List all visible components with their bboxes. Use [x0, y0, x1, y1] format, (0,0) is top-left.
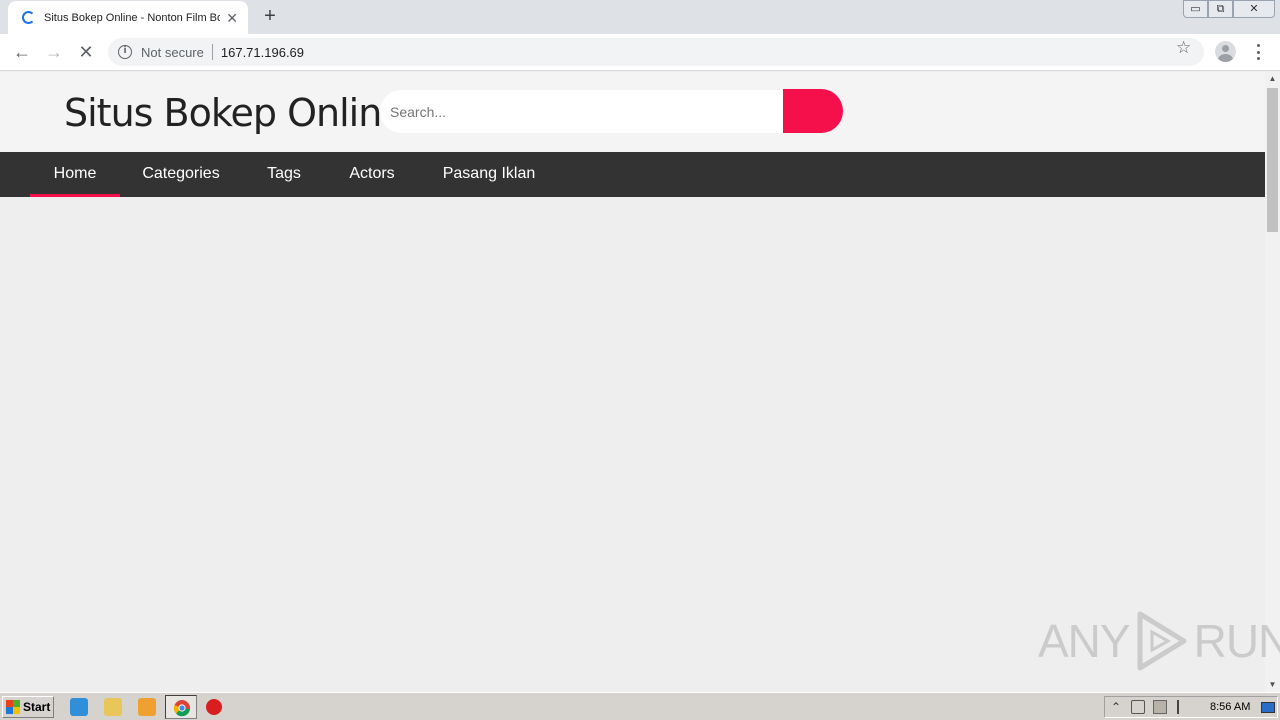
- watermark-right-text: RUN: [1193, 615, 1280, 667]
- nav-item-actors[interactable]: Actors: [338, 152, 406, 197]
- new-tab-button[interactable]: +: [258, 5, 282, 29]
- media-player-icon[interactable]: [138, 698, 156, 716]
- nav-item-home[interactable]: Home: [30, 152, 120, 197]
- close-window-button[interactable]: ✕: [1233, 0, 1275, 18]
- search-button[interactable]: [783, 89, 843, 133]
- start-label: Start: [23, 700, 51, 714]
- search-input[interactable]: [380, 90, 784, 133]
- address-bar[interactable]: i Not secure 167.71.196.69: [108, 38, 1204, 66]
- minimize-button[interactable]: ▭: [1183, 0, 1208, 18]
- divider: [211, 44, 213, 60]
- close-icon: ✕: [1249, 2, 1259, 15]
- chrome-taskbar-button[interactable]: [165, 695, 197, 719]
- back-button[interactable]: ←: [10, 40, 34, 64]
- system-tray: ⌃ 8:56 AM: [1104, 696, 1278, 718]
- vertical-scrollbar[interactable]: ▲ ▼: [1265, 72, 1280, 692]
- start-button[interactable]: Start: [2, 696, 54, 718]
- browser-toolbar: ← → ✕ i Not secure 167.71.196.69 ☆: [0, 34, 1280, 71]
- taskbar: Start ⌃ 8:56 AM: [0, 692, 1280, 720]
- site-header: Situs Bokep Online: [0, 72, 1265, 152]
- tray-expand-icon[interactable]: ⌃: [1111, 700, 1121, 714]
- anyrun-watermark: ANY RUN: [1038, 610, 1280, 672]
- browser-menu-icon[interactable]: [1254, 42, 1262, 62]
- browser-tab[interactable]: Situs Bokep Online - Nonton Film Bokep ✕: [8, 1, 248, 34]
- scroll-down-arrow-icon[interactable]: ▼: [1265, 678, 1280, 692]
- windows-logo-icon: [6, 700, 20, 714]
- flag-icon[interactable]: [1177, 700, 1189, 714]
- clock[interactable]: 8:56 AM: [1210, 701, 1250, 713]
- nav-item-tags[interactable]: Tags: [256, 152, 312, 197]
- maximize-icon: ⧉: [1216, 2, 1225, 15]
- bookmark-star-icon[interactable]: ☆: [1176, 39, 1191, 57]
- folder-icon[interactable]: [104, 698, 122, 716]
- network-icon[interactable]: [1153, 700, 1167, 714]
- volume-icon[interactable]: [1131, 700, 1145, 714]
- loading-spinner-icon: [22, 11, 35, 24]
- forward-button[interactable]: →: [42, 40, 66, 64]
- url-text[interactable]: 167.71.196.69: [221, 45, 304, 60]
- tab-strip: Situs Bokep Online - Nonton Film Bokep ✕…: [0, 0, 1280, 34]
- stop-loading-button[interactable]: ✕: [74, 40, 98, 64]
- chrome-icon: [173, 700, 190, 717]
- play-logo-icon: [1137, 611, 1187, 671]
- tab-title: Situs Bokep Online - Nonton Film Bokep: [44, 11, 220, 24]
- show-desktop-icon[interactable]: [1261, 702, 1275, 713]
- scroll-up-arrow-icon[interactable]: ▲: [1265, 72, 1280, 86]
- tab-close-icon[interactable]: ✕: [226, 11, 238, 25]
- site-logo[interactable]: Situs Bokep Online: [64, 91, 405, 135]
- internet-explorer-icon[interactable]: [70, 698, 88, 716]
- main-nav: Home Categories Tags Actors Pasang Iklan: [0, 152, 1265, 197]
- info-icon[interactable]: i: [118, 45, 132, 59]
- watermark-left-text: ANY: [1038, 615, 1131, 667]
- scroll-thumb[interactable]: [1267, 88, 1278, 232]
- nav-item-categories[interactable]: Categories: [134, 152, 228, 197]
- maximize-button[interactable]: ⧉: [1208, 0, 1233, 18]
- security-label[interactable]: Not secure: [141, 45, 204, 60]
- stop-sign-icon[interactable]: [206, 699, 222, 715]
- nav-item-pasang-iklan[interactable]: Pasang Iklan: [432, 152, 546, 197]
- page-viewport: Situs Bokep Online Home Categories Tags …: [0, 72, 1265, 692]
- minimize-icon: ▭: [1190, 2, 1201, 15]
- profile-avatar-icon[interactable]: [1215, 41, 1236, 62]
